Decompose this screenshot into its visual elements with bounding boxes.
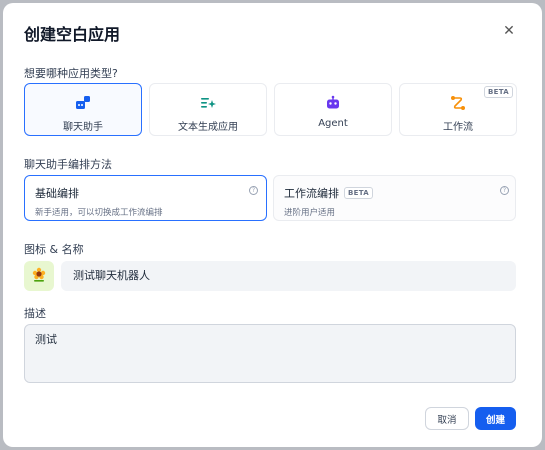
app-name-input[interactable]: 测试聊天机器人 — [61, 261, 516, 291]
orchestration-basic-desc: 新手适用，可以切换成工作流编排 — [35, 208, 163, 218]
app-type-text-generation[interactable]: 文本生成应用 — [149, 83, 267, 136]
app-type-workflow[interactable]: BETA 工作流 — [399, 83, 517, 136]
help-icon[interactable]: ? — [500, 186, 509, 195]
help-icon[interactable]: ? — [249, 186, 258, 195]
cancel-button[interactable]: 取消 — [425, 407, 469, 430]
avatar[interactable] — [24, 261, 54, 291]
sunflower-emoji-icon — [31, 266, 47, 286]
create-button[interactable]: 创建 — [475, 407, 516, 430]
app-type-label: 想要哪种应用类型? — [24, 67, 118, 80]
modal-title: 创建空白应用 — [24, 25, 121, 44]
orchestration-basic-title: 基础编排 — [35, 187, 79, 200]
orchestration-workflow[interactable]: 工作流编排 BETA 进阶用户适用 ? — [273, 175, 516, 221]
app-type-label-text: Agent — [318, 118, 348, 129]
app-type-label-text: 聊天助手 — [63, 122, 103, 133]
app-type-label-text: 工作流 — [443, 122, 473, 133]
orchestration-basic[interactable]: 基础编排 新手适用，可以切换成工作流编排 ? — [24, 175, 267, 221]
orchestration-label: 聊天助手编排方法 — [24, 158, 112, 171]
agent-robot-icon — [325, 95, 341, 111]
create-app-modal: 创建空白应用 ✕ 想要哪种应用类型? 聊天助手 文本生成应用 Agent BET… — [3, 3, 542, 447]
text-generation-icon — [200, 95, 216, 111]
orchestration-workflow-title: 工作流编排 — [284, 187, 339, 200]
app-type-agent[interactable]: Agent — [274, 83, 392, 136]
beta-badge: BETA — [344, 187, 373, 199]
description-textarea[interactable]: 测试 — [24, 324, 516, 383]
icon-name-label: 图标 & 名称 — [24, 243, 84, 256]
chat-assistant-icon — [75, 95, 91, 111]
workflow-icon — [450, 95, 466, 111]
orchestration-workflow-desc: 进阶用户适用 — [284, 208, 336, 218]
beta-badge: BETA — [484, 86, 513, 98]
orchestration-workflow-title-row: 工作流编排 BETA — [284, 185, 515, 201]
app-type-label-text: 文本生成应用 — [178, 122, 238, 133]
description-label: 描述 — [24, 307, 46, 320]
close-icon[interactable]: ✕ — [500, 22, 518, 40]
app-type-chat-assistant[interactable]: 聊天助手 — [24, 83, 142, 136]
